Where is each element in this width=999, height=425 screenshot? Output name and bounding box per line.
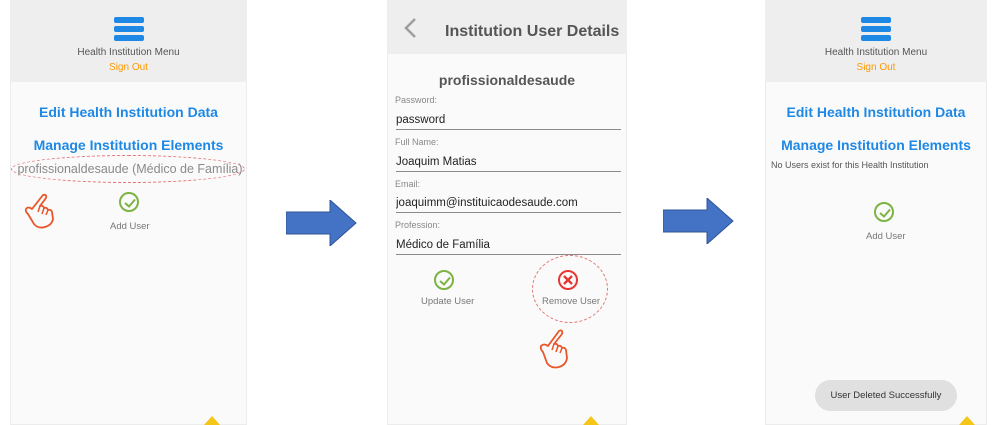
hamburger-menu-icon[interactable]: [861, 17, 891, 41]
no-users-message: No Users exist for this Health Instituti…: [771, 160, 929, 170]
corner-indicator-icon: [959, 416, 975, 425]
menu-header: Health Institution Menu Sign Out: [10, 0, 247, 82]
sign-out-link[interactable]: Sign Out: [10, 62, 247, 73]
profession-field[interactable]: Médico de Família: [396, 236, 621, 255]
menu-header: Health Institution Menu Sign Out: [765, 0, 987, 82]
password-label: Password:: [395, 95, 438, 105]
add-user-check-icon[interactable]: [874, 202, 894, 222]
edit-institution-data-link[interactable]: Edit Health Institution Data: [765, 104, 987, 120]
update-user-check-icon[interactable]: [434, 270, 454, 290]
user-list-item[interactable]: profissionaldesaude (Médico de Família): [12, 158, 247, 180]
corner-indicator-icon: [583, 416, 599, 425]
pointing-hand-icon: [539, 329, 568, 369]
username-heading: profissionaldesaude: [438, 72, 576, 88]
menu-title: Health Institution Menu: [77, 47, 180, 58]
toast-message: User Deleted Successfully: [815, 380, 957, 411]
full-name-label: Full Name:: [395, 137, 439, 147]
remove-user-label[interactable]: Remove User: [542, 296, 600, 307]
screen-menu-no-users: Health Institution Menu Sign Out Edit He…: [765, 0, 987, 425]
password-field[interactable]: password: [396, 111, 621, 130]
corner-indicator-icon: [204, 416, 220, 425]
sign-out-link[interactable]: Sign Out: [765, 62, 987, 73]
right-arrow-icon: [663, 198, 734, 244]
edit-institution-data-link[interactable]: Edit Health Institution Data: [10, 104, 247, 120]
menu-title: Health Institution Menu: [824, 47, 928, 58]
screen-user-details: Institution User Details profissionaldes…: [387, 0, 627, 425]
page-title: Institution User Details: [445, 23, 620, 40]
back-chevron-icon[interactable]: [403, 17, 417, 39]
remove-user-x-icon[interactable]: [558, 270, 578, 290]
profession-label: Profession:: [395, 220, 441, 230]
manage-institution-elements-link[interactable]: Manage Institution Elements: [765, 137, 987, 153]
email-field[interactable]: joaquimm@instituicaodesaude.com: [396, 194, 621, 213]
add-user-label[interactable]: Add User: [866, 231, 906, 242]
update-user-label[interactable]: Update User: [421, 296, 474, 307]
add-user-label[interactable]: Add User: [110, 221, 150, 232]
details-header: Institution User Details: [387, 0, 627, 54]
email-label: Email:: [395, 179, 421, 189]
full-name-field[interactable]: Joaquim Matias: [396, 153, 621, 172]
screen-menu-with-user: Health Institution Menu Sign Out Edit He…: [10, 0, 247, 425]
add-user-check-icon[interactable]: [119, 192, 139, 212]
hamburger-menu-icon[interactable]: [113, 17, 144, 41]
manage-institution-elements-link[interactable]: Manage Institution Elements: [10, 137, 247, 153]
right-arrow-icon: [286, 200, 357, 246]
pointing-hand-icon: [24, 193, 54, 229]
